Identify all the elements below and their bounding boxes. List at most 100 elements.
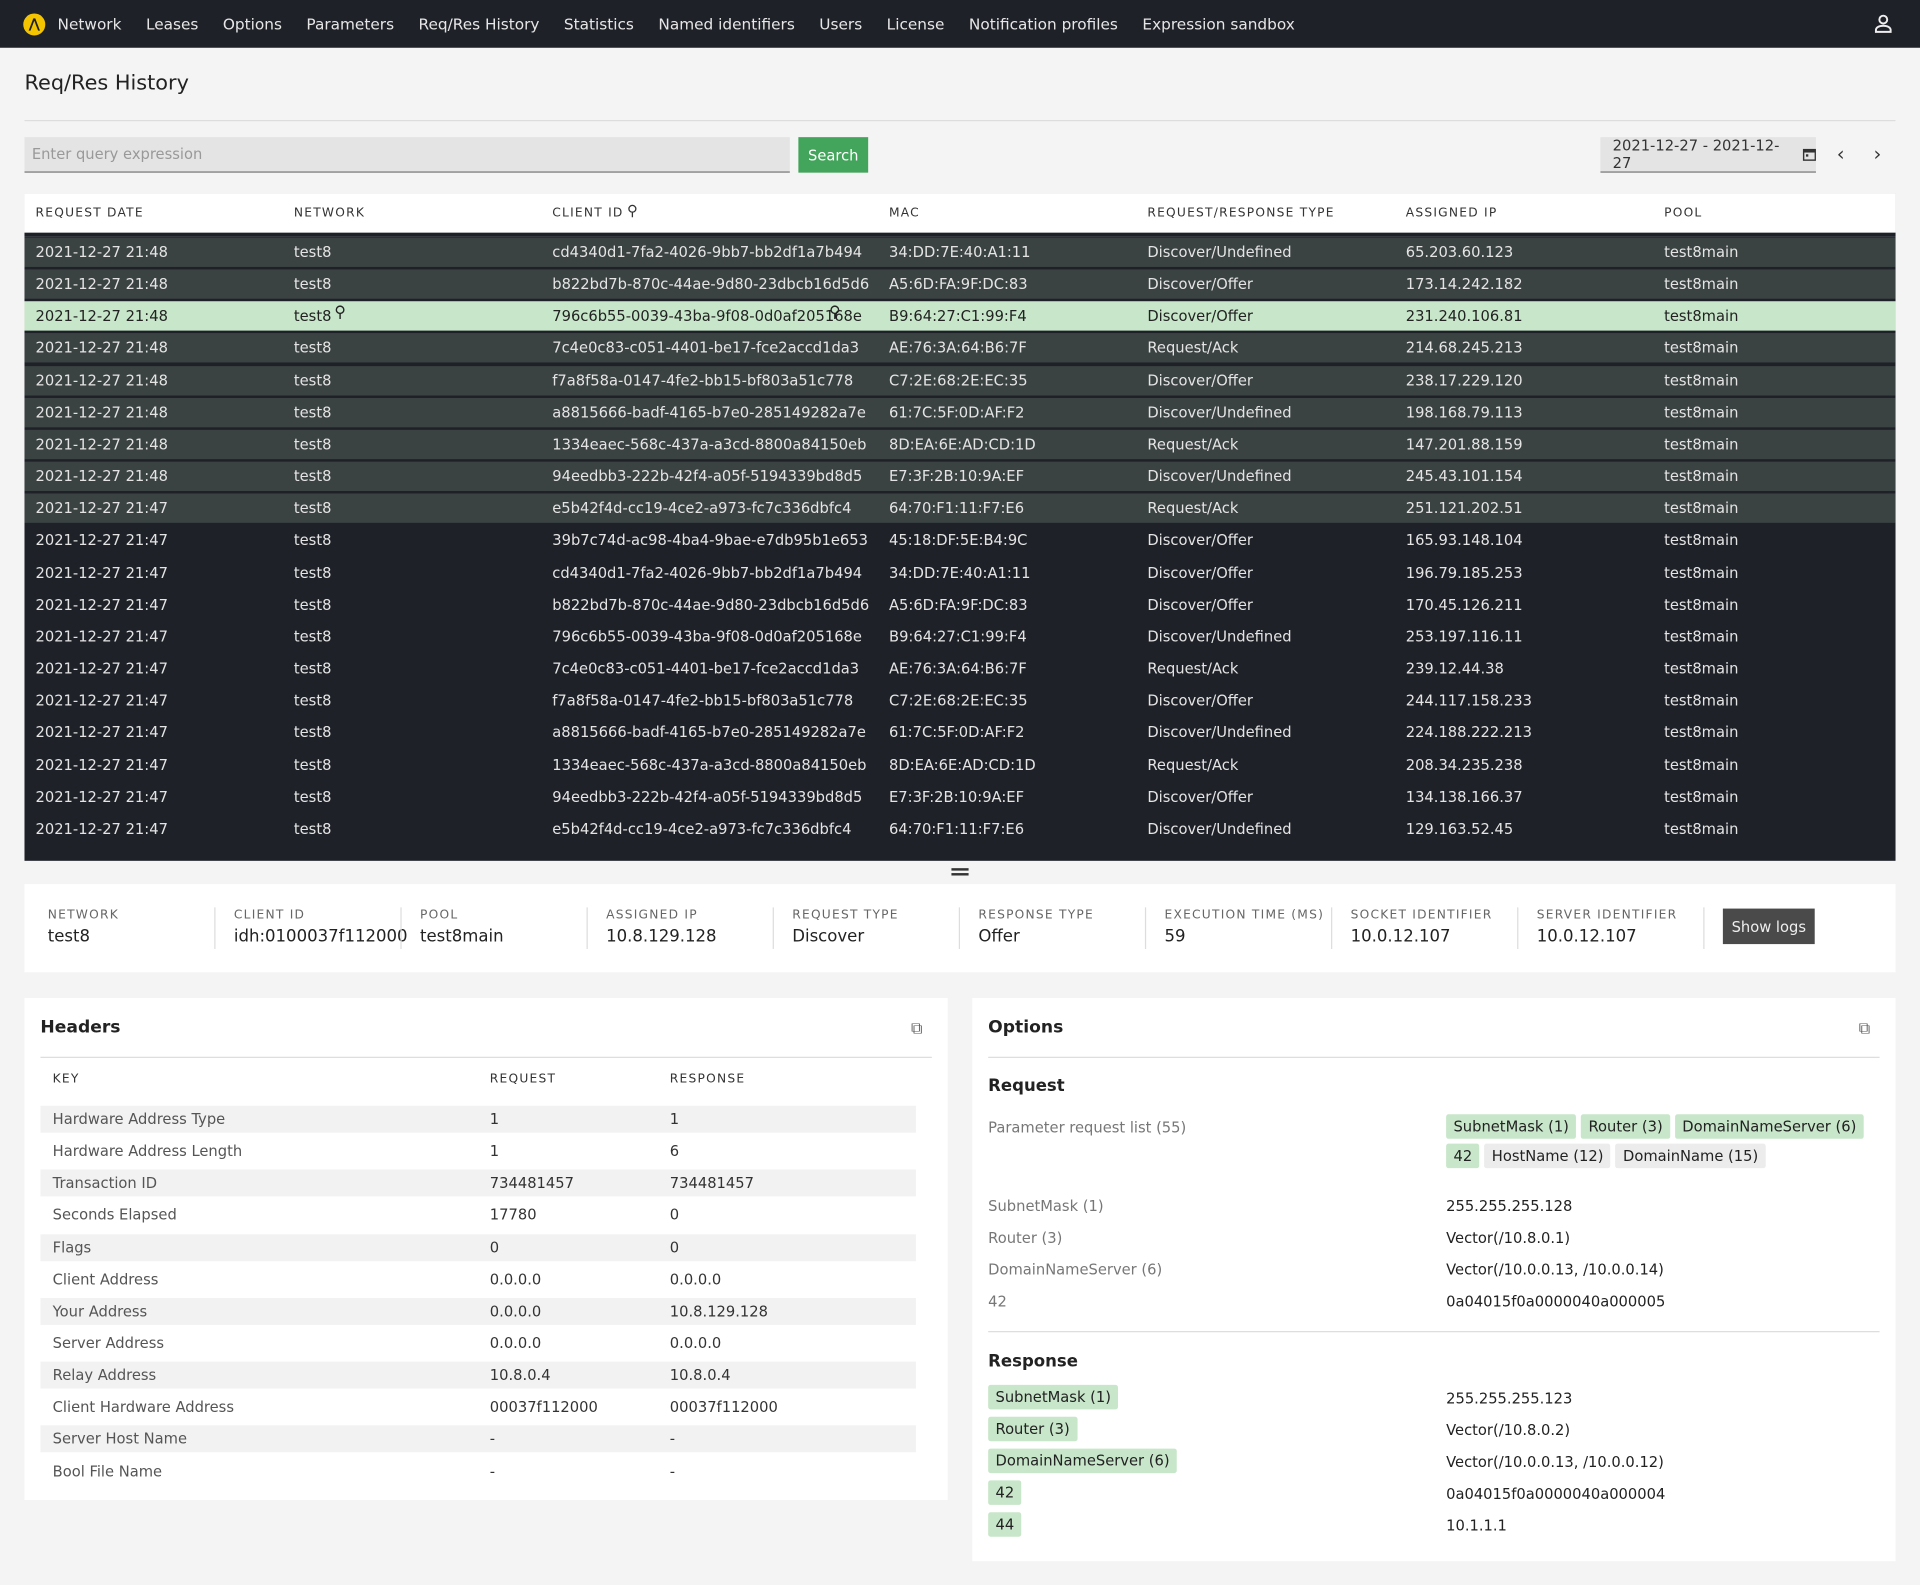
cell: f7a8f58a-0147-4fe2-bb15-bf803a51c778 <box>552 371 854 389</box>
cell: 245.43.101.154 <box>1405 467 1523 486</box>
search-button[interactable]: Search <box>798 137 869 173</box>
headers-title: Headers <box>40 1017 121 1038</box>
cell: B9:64:27:C1:99:F4 <box>888 307 1027 325</box>
cell: 2021-12-27 21:47 <box>35 756 168 774</box>
cell: AE:76:3A:64:B6:7F <box>888 660 1027 678</box>
cell: 198.168.79.113 <box>1405 403 1523 421</box>
table-row[interactable]: 2021-12-27 21:47 test8 b822bd7b-870c-44ae-… <box>24 590 1895 619</box>
search-icon[interactable]: ⚲ <box>334 304 346 322</box>
cell: Your Address <box>52 1302 148 1320</box>
table-row[interactable]: 2021-12-27 21:47 test8 7c4e0c83-c051-4401-… <box>24 654 1895 683</box>
column-header[interactable]: POOL <box>1664 207 1702 220</box>
cell: test8main <box>1664 467 1739 486</box>
cell: Discover/Undefined <box>1147 403 1292 421</box>
table-row[interactable]: 2021-12-27 21:47 test8 39b7c74d-ac98-4ba4-… <box>24 526 1895 555</box>
table-row[interactable]: 2021-12-27 21:48 test8 94eedbb3-222b-42f4-… <box>24 461 1896 492</box>
table-row[interactable]: 2021-12-27 21:48 test8 a8815666-badf-4165-… <box>24 397 1896 428</box>
table-row[interactable]: 2021-12-27 21:48 test8 b822bd7b-870c-44ae-… <box>24 269 1896 299</box>
nav-item-license[interactable]: License <box>887 15 945 33</box>
column-header: REQUEST <box>489 1072 557 1087</box>
table-header: REQUEST DATE NETWORK CLIENT ID ⚲ MAC REQUEST/… <box>24 193 1896 237</box>
cell: 64:70:F1:11:F7:E6 <box>888 820 1025 838</box>
nav-item-users[interactable]: Users <box>819 15 862 33</box>
divider <box>24 120 1896 122</box>
cell: 2021-12-27 21:48 <box>35 435 168 453</box>
cell: Request/Ack <box>1147 499 1239 518</box>
column-header[interactable]: NETWORK <box>294 207 365 220</box>
cell: Discover/Offer <box>1147 692 1253 710</box>
cell: test8 <box>293 820 332 838</box>
param-list-label: Parameter request list (55) <box>988 1119 1187 1137</box>
cell: test8main <box>1664 756 1739 774</box>
cell: 253.197.116.11 <box>1405 628 1523 646</box>
nav-item-leases[interactable]: Leases <box>146 15 198 33</box>
date-range-picker[interactable]: 2021-12-27 - 2021-12-27 <box>1600 137 1816 173</box>
option-value: Vector(/10.8.0.1) <box>1446 1229 1571 1247</box>
search-icon[interactable]: ⚲ <box>829 304 841 322</box>
nav-item-req-res-history[interactable]: Req/Res History <box>419 15 540 33</box>
column-header[interactable]: MAC <box>889 207 920 220</box>
detail-label: CLIENT ID <box>233 908 306 923</box>
header-row: Seconds Elapsed 17780 0 <box>40 1202 916 1229</box>
detail-label: REQUEST TYPE <box>792 908 899 923</box>
cell: f7a8f58a-0147-4fe2-bb15-bf803a51c778 <box>552 692 854 710</box>
cell: 2021-12-27 21:48 <box>35 403 168 421</box>
cell: 1334eaec-568c-437a-a3cd-8800a84150eb <box>552 435 867 453</box>
resize-handle[interactable] <box>951 868 969 876</box>
external-link-icon[interactable]: ⧉ <box>911 1020 922 1038</box>
table-row[interactable]: 2021-12-27 21:47 test8 1334eaec-568c-437a-… <box>24 750 1895 779</box>
table-row[interactable]: 2021-12-27 21:48 test8 796c6b55-0039-43ba-… <box>24 301 1896 331</box>
search-icon[interactable]: ⚲ <box>627 202 639 219</box>
nav-item-options[interactable]: Options <box>223 15 282 33</box>
cell: 10.8.0.4 <box>669 1366 731 1384</box>
option-value: 0a04015f0a0000040a000005 <box>1446 1293 1666 1311</box>
nav-item-expression-sandbox[interactable]: Expression sandbox <box>1142 15 1294 33</box>
cell: Seconds Elapsed <box>52 1206 177 1224</box>
nav-item-network[interactable]: Network <box>58 15 122 33</box>
divider <box>1703 907 1705 949</box>
header-row: Hardware Address Type 1 1 <box>40 1105 916 1133</box>
table-row[interactable]: 2021-12-27 21:48 test8 1334eaec-568c-437a-… <box>24 429 1896 460</box>
table-row[interactable]: 2021-12-27 21:47 test8 a8815666-badf-4165-… <box>24 718 1895 747</box>
cell: Request/Ack <box>1147 435 1239 453</box>
nav-item-notification-profiles[interactable]: Notification profiles <box>969 15 1118 33</box>
cell: 00037f112000 <box>489 1398 598 1416</box>
detail-label: SOCKET IDENTIFIER <box>1350 908 1493 923</box>
column-header[interactable]: ASSIGNED IP <box>1406 207 1498 220</box>
divider <box>1144 907 1147 949</box>
option-key: DomainNameServer (6) <box>988 1261 1163 1279</box>
cell: 1 <box>489 1110 500 1128</box>
cell: test8main <box>1664 403 1739 421</box>
cell: test8main <box>1664 531 1739 550</box>
option-key: Router (3) <box>988 1229 1063 1247</box>
chevron-right-icon[interactable]: › <box>1873 142 1881 165</box>
cell: B9:64:27:C1:99:F4 <box>888 628 1027 646</box>
table-row[interactable]: 2021-12-27 21:48 test8 f7a8f58a-0147-4fe2-… <box>24 365 1896 396</box>
query-input[interactable] <box>24 137 790 173</box>
cell: 0 <box>489 1238 500 1256</box>
detail-value: 10.0.12.107 <box>1350 926 1451 947</box>
chevron-left-icon[interactable]: ‹ <box>1837 142 1845 165</box>
option-chip: SubnetMask (1) <box>988 1384 1119 1410</box>
table-row[interactable]: 2021-12-27 21:47 test8 796c6b55-0039-43ba-… <box>24 622 1895 651</box>
logo-icon[interactable]: ⋀ <box>23 12 46 35</box>
user-icon[interactable] <box>1873 13 1893 33</box>
table-row[interactable]: 2021-12-27 21:47 test8 cd4340d1-7fa2-4026-… <box>24 558 1895 587</box>
table-row[interactable]: 2021-12-27 21:48 test8 7c4e0c83-c051-4401-… <box>24 333 1896 364</box>
divider <box>772 907 774 949</box>
column-header[interactable]: REQUEST/RESPONSE TYPE <box>1147 207 1334 220</box>
detail-label: NETWORK <box>47 908 119 923</box>
column-header[interactable]: REQUEST DATE <box>36 207 144 220</box>
nav-item-named-identifiers[interactable]: Named identifiers <box>658 15 794 33</box>
param-chip: HostName (12) <box>1484 1143 1611 1169</box>
external-link-icon[interactable]: ⧉ <box>1859 1020 1870 1038</box>
table-row[interactable]: 2021-12-27 21:47 test8 f7a8f58a-0147-4fe2-… <box>24 686 1895 715</box>
show-logs-button[interactable]: Show logs <box>1722 908 1815 945</box>
table-row[interactable]: 2021-12-27 21:48 test8 cd4340d1-7fa2-4026-… <box>24 237 1896 267</box>
table-row[interactable]: 2021-12-27 21:47 test8 94eedbb3-222b-42f4-… <box>24 782 1895 811</box>
nav-item-parameters[interactable]: Parameters <box>306 15 394 33</box>
nav-item-statistics[interactable]: Statistics <box>564 15 634 33</box>
column-header[interactable]: CLIENT ID <box>552 207 623 220</box>
table-row[interactable]: 2021-12-27 21:47 test8 e5b42f4d-cc19-4ce2-… <box>24 493 1896 524</box>
table-row[interactable]: 2021-12-27 21:47 test8 e5b42f4d-cc19-4ce2-… <box>24 814 1895 843</box>
